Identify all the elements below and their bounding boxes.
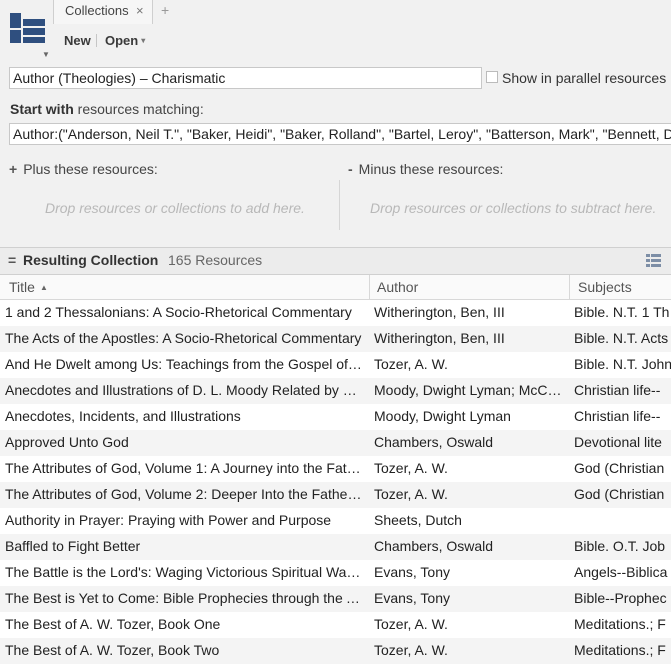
plus-icon: + — [9, 161, 18, 177]
column-resize-handle[interactable] — [369, 275, 370, 300]
subjects-cell: Bible. N.T. 1 Th — [574, 304, 670, 320]
table-header: Title ▲ Author Subjects — [0, 275, 671, 300]
table-row[interactable]: The Best of A. W. Tozer, Book One Tozer, … — [0, 612, 671, 638]
table-row[interactable]: The Attributes of God, Volume 1: A Journ… — [0, 456, 671, 482]
grid-view-icon[interactable] — [646, 254, 661, 267]
column-header-author[interactable]: Author — [377, 279, 418, 295]
start-with-bold: Start with — [10, 101, 74, 117]
author-cell: Chambers, Oswald — [374, 434, 494, 450]
author-cell: Tozer, A. W. — [374, 642, 448, 658]
subjects-cell: Bible. N.T. John — [574, 356, 671, 372]
parallel-resources-label: Show in parallel resources — [502, 70, 667, 86]
start-with-label: Start with resources matching: — [10, 101, 204, 117]
author-cell: Tozer, A. W. — [374, 616, 448, 632]
table-row[interactable]: Baffled to Fight Better Chambers, Oswald B… — [0, 534, 671, 560]
author-cell: Moody, Dwight Lyman — [374, 408, 511, 424]
plus-resources-header[interactable]: + Plus these resources: — [9, 161, 158, 177]
title-cell: The Attributes of God, Volume 1: A Journ… — [5, 460, 365, 476]
author-cell: Evans, Tony — [374, 564, 451, 580]
toolbar-divider — [96, 34, 97, 47]
results-table-body: 1 and 2 Thessalonians: A Socio-Rhetorica… — [0, 300, 671, 664]
table-row[interactable]: Anecdotes and Illustrations of D. L. Moo… — [0, 378, 671, 404]
tab-collections[interactable]: Collections × — [53, 0, 153, 24]
title-cell: 1 and 2 Thessalonians: A Socio-Rhetorica… — [5, 304, 352, 320]
start-with-rest: resources matching: — [73, 101, 204, 117]
column-resize-handle[interactable] — [569, 275, 570, 300]
open-button-label: Open — [105, 33, 139, 48]
subjects-cell: Christian life-- — [574, 408, 661, 424]
title-cell: Anecdotes, Incidents, and Illustrations — [5, 408, 241, 424]
collection-name-input[interactable] — [9, 67, 482, 89]
title-cell: Baffled to Fight Better — [5, 538, 141, 554]
title-cell: Anecdotes and Illustrations of D. L. Moo… — [5, 382, 365, 398]
plus-drop-zone[interactable]: Drop resources or collections to add her… — [45, 200, 305, 216]
open-button[interactable]: Open ▾ — [105, 33, 145, 48]
new-button[interactable]: New — [64, 33, 91, 48]
title-cell: The Battle is the Lord's: Waging Victori… — [5, 564, 365, 580]
subjects-cell: Devotional lite — [574, 434, 662, 450]
author-cell: Witherington, Ben, III — [374, 304, 505, 320]
plus-resources-label: Plus these resources: — [23, 161, 158, 177]
subjects-cell: God (Christian — [574, 460, 665, 476]
author-cell: Tozer, A. W. — [374, 486, 448, 502]
add-tab-icon[interactable]: + — [161, 2, 169, 18]
title-cell: The Acts of the Apostles: A Socio-Rhetor… — [5, 330, 362, 346]
table-row[interactable]: Approved Unto God Chambers, Oswald Devotio… — [0, 430, 671, 456]
author-cell: Witherington, Ben, III — [374, 330, 505, 346]
author-cell: Sheets, Dutch — [374, 512, 462, 528]
resource-count: 165 Resources — [168, 252, 263, 268]
minus-icon: - — [348, 161, 353, 177]
tab-label: Collections — [65, 3, 129, 18]
subjects-cell: Meditations.; F — [574, 642, 666, 658]
table-row[interactable]: Authority in Prayer: Praying with Power … — [0, 508, 671, 534]
subjects-cell: Christian life-- — [574, 382, 661, 398]
column-title-label: Title — [9, 279, 35, 295]
subjects-cell: Bible--Prophec — [574, 590, 667, 606]
author-cell: Tozer, A. W. — [374, 460, 448, 476]
subjects-cell: Meditations.; F — [574, 616, 666, 632]
table-row[interactable]: 1 and 2 Thessalonians: A Socio-Rhetorica… — [0, 300, 671, 326]
resulting-collection-header[interactable]: = Resulting Collection 165 Resources — [0, 247, 671, 275]
subjects-cell: God (Christian — [574, 486, 665, 502]
title-cell: The Best is Yet to Come: Bible Prophecie… — [5, 590, 365, 606]
library-logo-icon[interactable] — [10, 12, 46, 44]
title-cell: Approved Unto God — [5, 434, 129, 450]
equals-icon: = — [8, 252, 17, 268]
subjects-cell: Angels--Biblica — [574, 564, 668, 580]
resulting-collection-title: Resulting Collection — [23, 252, 159, 268]
table-row[interactable]: Anecdotes, Incidents, and Illustrations M… — [0, 404, 671, 430]
author-cell: Chambers, Oswald — [374, 538, 494, 554]
close-icon[interactable]: × — [136, 3, 144, 18]
minus-resources-label: Minus these resources: — [358, 161, 504, 177]
table-row[interactable]: The Best is Yet to Come: Bible Prophecie… — [0, 586, 671, 612]
author-cell: Tozer, A. W. — [374, 356, 448, 372]
table-row[interactable]: And He Dwelt among Us: Teachings from th… — [0, 352, 671, 378]
title-cell: The Best of A. W. Tozer, Book One — [5, 616, 221, 632]
sort-ascending-icon: ▲ — [39, 283, 48, 292]
logo-menu-caret-icon[interactable]: ▼ — [42, 50, 50, 59]
table-row[interactable]: The Acts of the Apostles: A Socio-Rhetor… — [0, 326, 671, 352]
parallel-resources-checkbox[interactable] — [486, 71, 498, 83]
column-header-subjects[interactable]: Subjects — [578, 279, 632, 295]
subjects-cell: Bible. O.T. Job — [574, 538, 666, 554]
author-cell: Moody, Dwight Lyman; McClure — [374, 382, 564, 398]
table-row[interactable]: The Battle is the Lord's: Waging Victori… — [0, 560, 671, 586]
title-cell: And He Dwelt among Us: Teachings from th… — [5, 356, 365, 372]
table-row[interactable]: The Attributes of God, Volume 2: Deeper … — [0, 482, 671, 508]
title-cell: The Best of A. W. Tozer, Book Two — [5, 642, 220, 658]
minus-resources-header[interactable]: - Minus these resources: — [348, 161, 503, 177]
subjects-cell: Bible. N.T. Acts — [574, 330, 669, 346]
rule-query-input[interactable]: Author:("Anderson, Neil T.", "Baker, Hei… — [9, 123, 671, 145]
panel-divider — [339, 180, 340, 230]
title-cell: Authority in Prayer: Praying with Power … — [5, 512, 332, 528]
title-cell: The Attributes of God, Volume 2: Deeper … — [5, 486, 365, 502]
author-cell: Evans, Tony — [374, 590, 451, 606]
table-row[interactable]: The Best of A. W. Tozer, Book Two Tozer, … — [0, 638, 671, 664]
collection-editor: ▼ Collections × + New Open▾ Show in para… — [0, 0, 671, 247]
minus-drop-zone[interactable]: Drop resources or collections to subtrac… — [370, 200, 656, 216]
column-header-title[interactable]: Title ▲ — [9, 279, 48, 295]
chevron-down-icon: ▾ — [141, 36, 146, 45]
